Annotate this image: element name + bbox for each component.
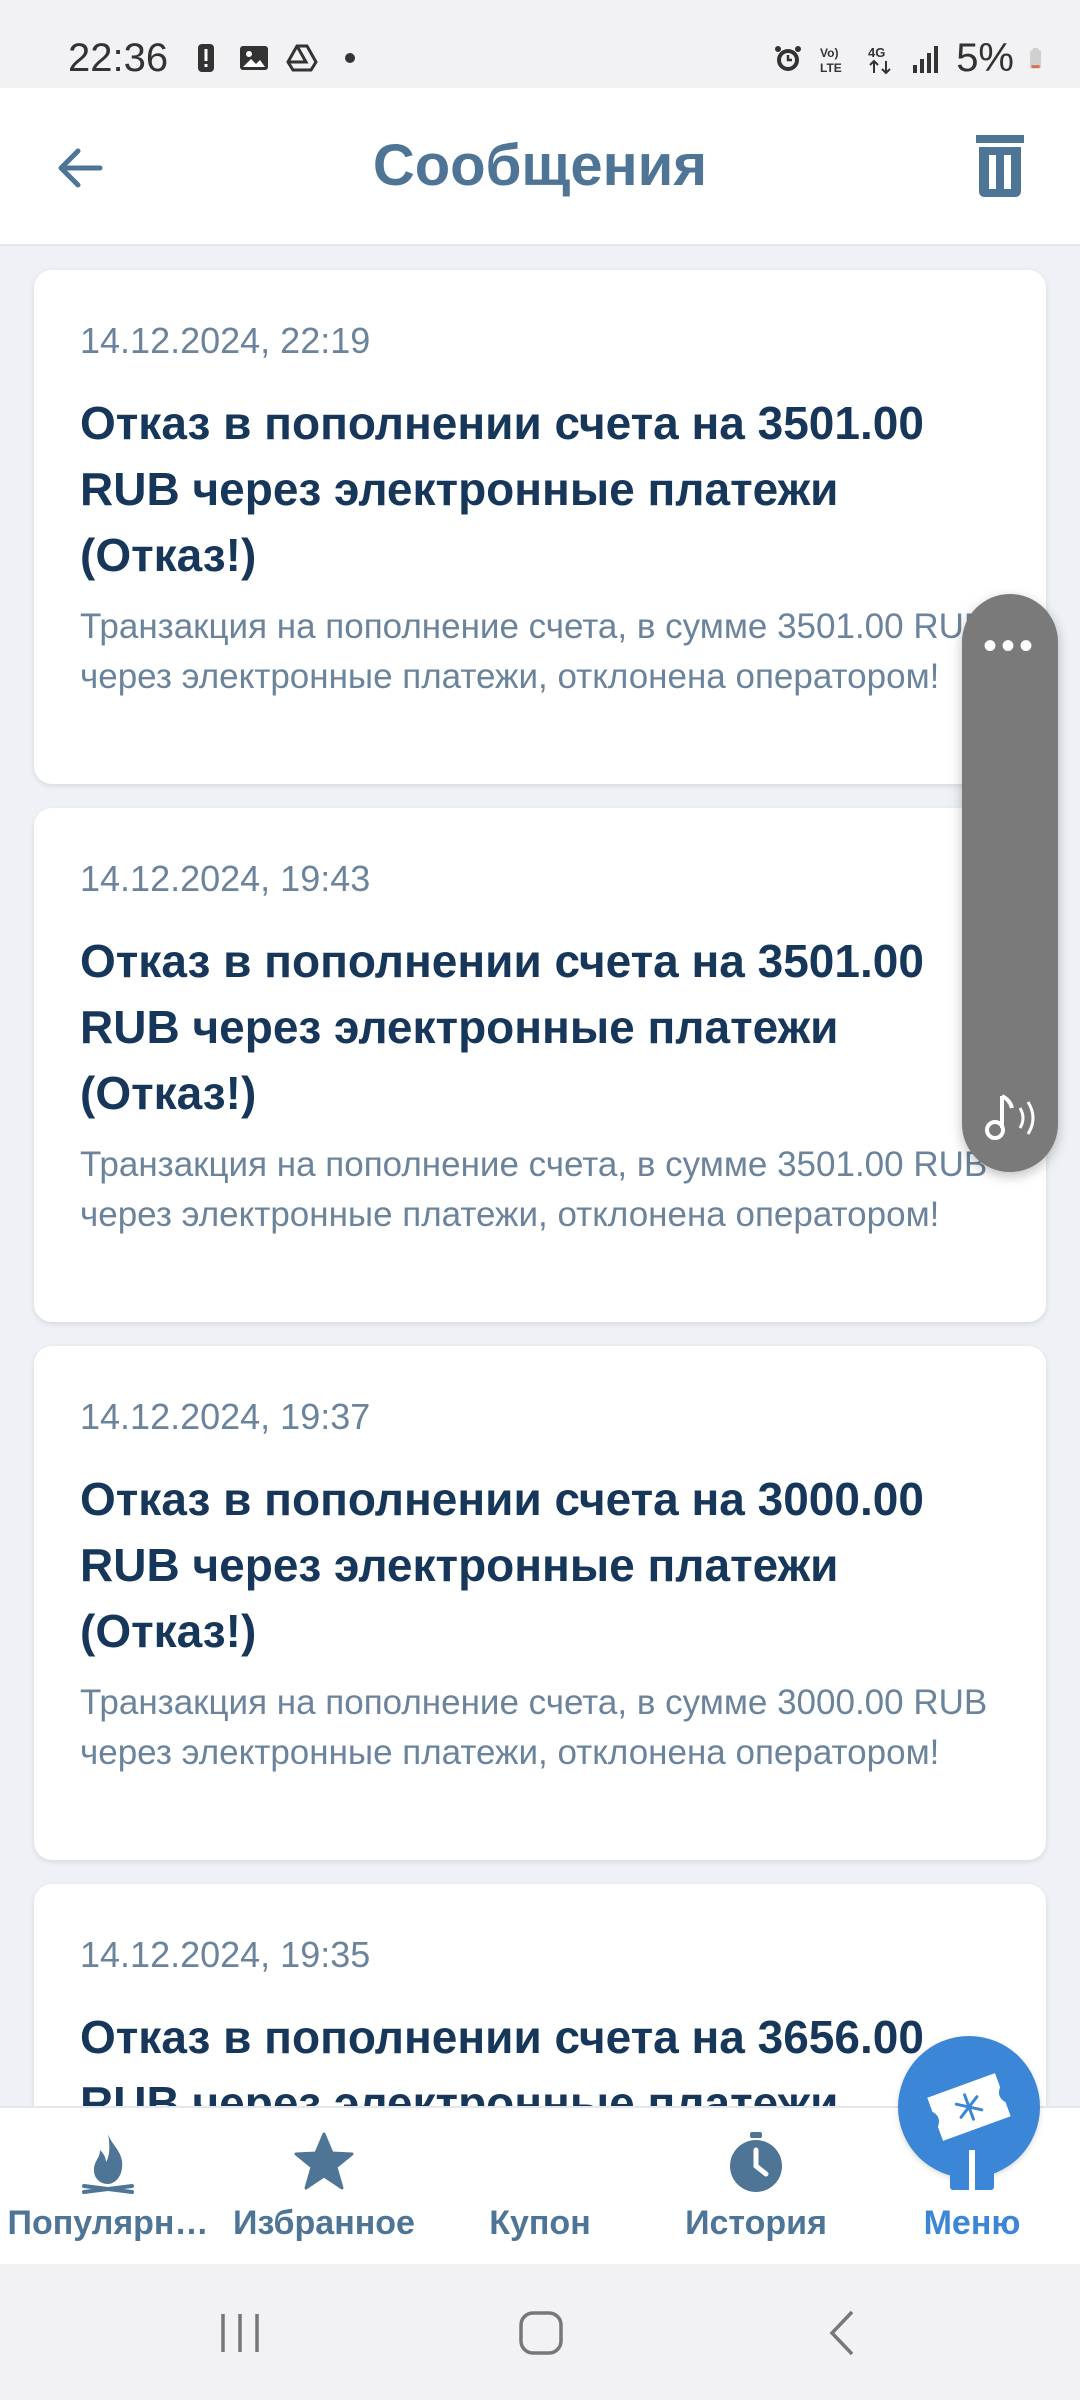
battery-icon xyxy=(1030,47,1042,69)
message-title: Отказ в пополнении счета на 3656.00 RUB … xyxy=(80,2011,924,2106)
status-bar: 22:36 Vo) LTE 4G 5% xyxy=(0,0,1080,88)
nav-item-menu[interactable]: Меню xyxy=(864,2108,1080,2266)
sound-wave-icon[interactable] xyxy=(980,1086,1044,1150)
bottom-nav: Популярн… Избранное Купон История Меню xyxy=(0,2036,1080,2266)
floating-side-panel[interactable]: ••• xyxy=(962,594,1058,1172)
back-nav-button[interactable] xyxy=(808,2298,878,2368)
message-card[interactable]: 14.12.2024, 22:19 Отказ в пополнении сче… xyxy=(34,270,1046,784)
page-title: Сообщения xyxy=(372,133,708,198)
nav-item-popular[interactable]: Популярн… xyxy=(0,2108,216,2266)
recents-button[interactable] xyxy=(205,2298,275,2368)
status-icons-left xyxy=(190,42,366,74)
message-date: 14.12.2024, 19:37 xyxy=(80,1396,371,1437)
drive-icon xyxy=(286,44,318,72)
battery-percent: 5% xyxy=(956,36,1014,80)
app-header: Сообщения xyxy=(0,88,1080,246)
message-card[interactable]: 14.12.2024, 19:37 Отказ в пополнении сче… xyxy=(34,1346,1046,1860)
signal-icon xyxy=(913,45,939,73)
alert-icon xyxy=(198,44,214,72)
message-title: Отказ в пополнении счета на 3501.00 RUB … xyxy=(80,397,924,581)
message-list[interactable]: 14.12.2024, 22:19 Отказ в пополнении сче… xyxy=(0,246,1080,2106)
nav-label: Популярн… xyxy=(7,2204,209,2242)
more-dots-icon[interactable]: ••• xyxy=(962,626,1058,666)
nav-label: Меню xyxy=(923,2204,1021,2242)
message-date: 14.12.2024, 19:35 xyxy=(80,1934,371,1975)
message-body: Транзакция на пополнение счета, в сумме … xyxy=(80,1145,988,1234)
svg-text:LTE: LTE xyxy=(820,61,842,75)
message-date: 14.12.2024, 19:43 xyxy=(80,858,371,899)
nav-label: Купон xyxy=(489,2204,591,2242)
message-title: Отказ в пополнении счета на 3501.00 RUB … xyxy=(80,935,924,1119)
svg-text:Vo): Vo) xyxy=(820,46,838,60)
dot-icon xyxy=(345,53,355,63)
nav-item-favorites[interactable]: Избранное xyxy=(216,2108,432,2266)
message-body: Транзакция на пополнение счета, в сумме … xyxy=(80,607,988,696)
gallery-icon xyxy=(240,46,268,70)
gift-icon xyxy=(946,2138,998,2190)
4g-icon: 4G xyxy=(868,45,891,74)
nav-label: История xyxy=(685,2204,827,2242)
home-icon xyxy=(519,2311,563,2355)
trash-icon xyxy=(976,135,1024,197)
message-body: Транзакция на пополнение счета, в сумме … xyxy=(80,1683,988,1772)
nav-label: Избранное xyxy=(233,2204,415,2242)
system-nav-bar xyxy=(0,2264,1080,2400)
message-title: Отказ в пополнении счета на 3000.00 RUB … xyxy=(80,1473,924,1657)
svg-text:4G: 4G xyxy=(868,45,885,60)
message-date: 14.12.2024, 22:19 xyxy=(80,320,371,361)
home-button[interactable] xyxy=(506,2298,576,2368)
status-time: 22:36 xyxy=(68,36,169,80)
back-chevron-icon xyxy=(829,2310,854,2356)
delete-all-button[interactable] xyxy=(960,126,1040,206)
stopwatch-icon xyxy=(730,2132,782,2192)
recents-icon xyxy=(221,2314,259,2352)
nav-item-history[interactable]: История xyxy=(648,2108,864,2266)
alarm-icon xyxy=(775,45,802,71)
message-card[interactable]: 14.12.2024, 19:43 Отказ в пополнении сче… xyxy=(34,808,1046,1322)
message-card[interactable]: 14.12.2024, 19:35 Отказ в пополнении сче… xyxy=(34,1884,1046,2106)
star-icon xyxy=(294,2132,354,2190)
flame-icon xyxy=(82,2134,134,2194)
volte-icon: Vo)LTE xyxy=(820,46,842,75)
status-icons-right: Vo) LTE 4G 5% xyxy=(772,36,1050,81)
nav-item-coupon[interactable]: Купон xyxy=(432,2036,1040,2266)
